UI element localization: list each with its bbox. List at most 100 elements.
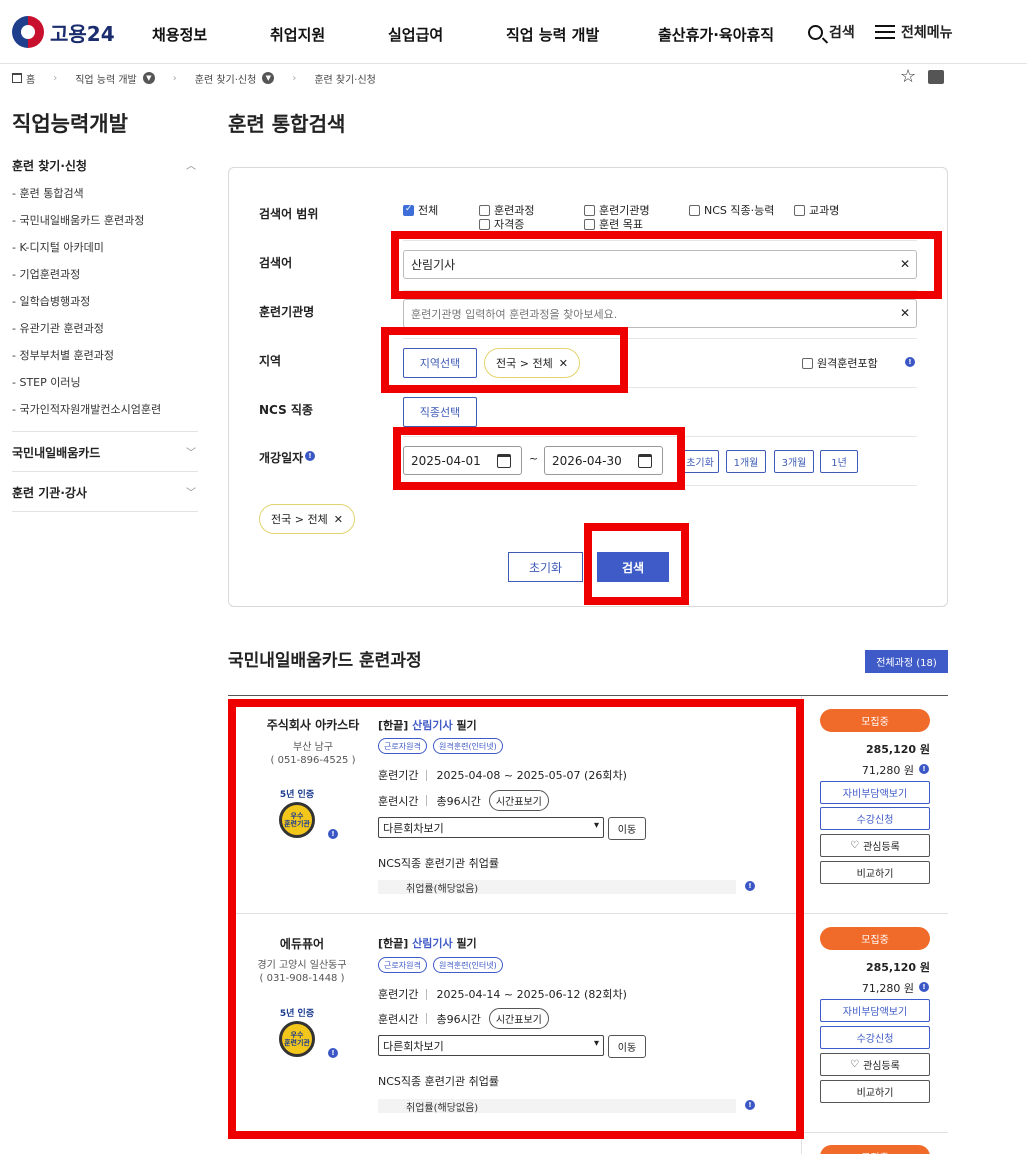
all-menu-button[interactable]: 전체메뉴: [875, 22, 953, 42]
period-1month-button[interactable]: 1개월: [726, 450, 766, 473]
scope-ncs-checkbox[interactable]: NCS 직종·능력: [689, 202, 774, 218]
add-favorite-button[interactable]: ♡ 관심등록: [820, 834, 930, 857]
sidebar-item-company-training[interactable]: - 기업훈련과정: [12, 266, 80, 282]
header-search-label: 검색: [829, 25, 855, 41]
site-logo[interactable]: 고용24: [12, 16, 115, 48]
nav-parental-leave[interactable]: 출산휴가·육아휴직: [658, 24, 774, 45]
row-divider: [403, 485, 917, 486]
sidebar-item-related-agency[interactable]: - 유관기관 훈련과정: [12, 320, 104, 336]
sidebar-group-institution[interactable]: 훈련 기관·강사 ﹀: [12, 484, 198, 501]
compare-button[interactable]: 비교하기: [820, 861, 930, 884]
info-icon[interactable]: !: [905, 357, 915, 367]
header-search-button[interactable]: 검색: [808, 22, 855, 42]
chevron-down-icon[interactable]: ▼: [262, 72, 275, 84]
region-chip[interactable]: 전국 > 전체 ✕: [484, 348, 580, 378]
chevron-down-icon[interactable]: ▼: [142, 72, 155, 84]
separator: [426, 769, 428, 781]
info-icon[interactable]: !: [919, 764, 929, 774]
period-1year-button[interactable]: 1년: [820, 450, 858, 473]
search-button[interactable]: 검색: [597, 552, 669, 582]
close-icon[interactable]: ✕: [559, 357, 568, 370]
close-icon[interactable]: ✕: [334, 513, 343, 526]
calendar-icon[interactable]: [638, 454, 652, 468]
enroll-button[interactable]: 수강신청: [820, 1026, 930, 1049]
clear-icon[interactable]: ✕: [900, 257, 910, 271]
region-select-button[interactable]: 지역선택: [403, 348, 477, 378]
nav-jobs[interactable]: 채용정보: [152, 24, 207, 45]
region-label: 지역: [259, 354, 282, 368]
sidebar-group-national-card[interactable]: 국민내일배움카드 ﹀: [12, 444, 198, 461]
enroll-button[interactable]: 수강신청: [820, 807, 930, 830]
view-all-courses-button[interactable]: 전체과정 (18): [865, 650, 948, 673]
scope-license-checkbox[interactable]: 자격증: [479, 216, 524, 232]
separator: [426, 795, 428, 806]
nav-employment-support[interactable]: 취업지원: [270, 24, 325, 45]
org-name[interactable]: 주식회사 아카스타: [240, 716, 386, 733]
ncs-select-button[interactable]: 직종선택: [403, 397, 477, 427]
org-name[interactable]: 에듀퓨어: [229, 935, 375, 952]
course-price: 285,120 원: [865, 743, 930, 756]
home-icon[interactable]: [12, 73, 22, 83]
other-session-select[interactable]: 다른회차보기 ▾: [378, 817, 604, 838]
selected-filter-chip[interactable]: 전국 > 전체 ✕: [259, 504, 355, 534]
clear-icon[interactable]: ✕: [900, 306, 910, 320]
keyword-input[interactable]: 산림기사 ✕: [403, 250, 917, 279]
period-3month-button[interactable]: 3개월: [774, 450, 814, 473]
scope-subject-checkbox[interactable]: 교과명: [794, 202, 839, 218]
sidebar-item-government[interactable]: - 정부부처별 훈련과정: [12, 347, 114, 363]
info-icon[interactable]: !: [919, 982, 929, 992]
nav-unemployment-benefit[interactable]: 실업급여: [388, 24, 443, 45]
breadcrumb-item-1[interactable]: 직업 능력 개발: [75, 71, 137, 86]
date-to-input[interactable]: 2026-04-30: [544, 446, 663, 475]
sidebar-item-integrated-search[interactable]: - 훈련 통합검색: [12, 185, 84, 201]
course-tag: 원격훈련(인터넷): [433, 957, 503, 973]
timetable-button[interactable]: 시간표보기: [488, 790, 549, 811]
add-favorite-button[interactable]: ♡ 관심등록: [820, 1053, 930, 1076]
self-pay-view-button[interactable]: 자비부담액보기: [820, 999, 930, 1022]
compare-button[interactable]: 비교하기: [820, 1080, 930, 1103]
info-icon[interactable]: !: [328, 829, 338, 839]
remote-training-checkbox[interactable]: 원격훈련포함: [802, 355, 878, 371]
favorite-star-icon[interactable]: ☆: [900, 66, 916, 87]
org-name-label: 훈련기관명: [259, 305, 315, 319]
course-tag: 근로자원격: [378, 738, 427, 754]
print-icon[interactable]: [928, 70, 944, 84]
calendar-icon[interactable]: [497, 454, 511, 468]
breadcrumb: 홈 › 직업 능력 개발 ▼ › 훈련 찾기·신청 ▼ › 훈련 찾기·신청: [12, 70, 376, 86]
info-icon[interactable]: !: [305, 451, 315, 461]
heart-icon: ♡: [850, 1059, 860, 1070]
sidebar-group-training-search[interactable]: 훈련 찾기·신청 ︿: [12, 157, 198, 174]
heart-icon: ♡: [850, 840, 860, 851]
info-icon[interactable]: !: [745, 1100, 755, 1110]
breadcrumb-item-2[interactable]: 훈련 찾기·신청: [195, 71, 257, 86]
other-session-select[interactable]: 다른회차보기 ▾: [378, 1035, 604, 1056]
taegeuk-logo-icon: [12, 16, 44, 48]
move-button[interactable]: 이동: [608, 1035, 646, 1058]
self-pay-view-button[interactable]: 자비부담액보기: [820, 781, 930, 804]
certification-label: 5년 인증: [279, 790, 315, 800]
period-reset-button[interactable]: 초기화: [681, 450, 719, 473]
breadcrumb-home[interactable]: 홈: [26, 71, 35, 86]
date-from-value: 2025-04-01: [411, 453, 481, 468]
move-button[interactable]: 이동: [608, 817, 646, 840]
select-value: 다른회차보기: [383, 821, 444, 835]
org-name-input[interactable]: 훈련기관명 입력하여 훈련과정을 찾아보세요. ✕: [403, 299, 917, 328]
sidebar-item-work-study[interactable]: - 일학습병행과정: [12, 293, 90, 309]
date-from-input[interactable]: 2025-04-01: [403, 446, 522, 475]
nav-vocational-training[interactable]: 직업 능력 개발: [506, 24, 599, 45]
info-icon[interactable]: !: [328, 1048, 338, 1058]
scope-goal-checkbox[interactable]: 훈련 목표: [584, 216, 643, 232]
course-title-link[interactable]: [한끝] 산림기사 필기: [378, 717, 477, 733]
sidebar-item-national-card[interactable]: - 국민내일배움카드 훈련과정: [12, 212, 144, 228]
info-icon[interactable]: !: [745, 881, 755, 891]
all-menu-label: 전체메뉴: [901, 25, 953, 41]
sidebar-item-step[interactable]: - STEP 이러닝: [12, 374, 81, 390]
sidebar-item-k-digital[interactable]: - K-디지털 아카데미: [12, 239, 104, 255]
sidebar-item-consortium[interactable]: - 국가인적자원개발컨소시엄훈련: [12, 401, 161, 417]
training-hours-row: 훈련시간 총96시간 시간표보기: [378, 1008, 549, 1029]
scope-all-checkbox[interactable]: 전체: [403, 202, 438, 218]
reset-button[interactable]: 초기화: [508, 552, 583, 582]
timetable-button[interactable]: 시간표보기: [488, 1008, 549, 1029]
course-title-link[interactable]: [한끝] 산림기사 필기: [378, 935, 477, 951]
org-name-placeholder: 훈련기관명 입력하여 훈련과정을 찾아보세요.: [411, 307, 618, 321]
